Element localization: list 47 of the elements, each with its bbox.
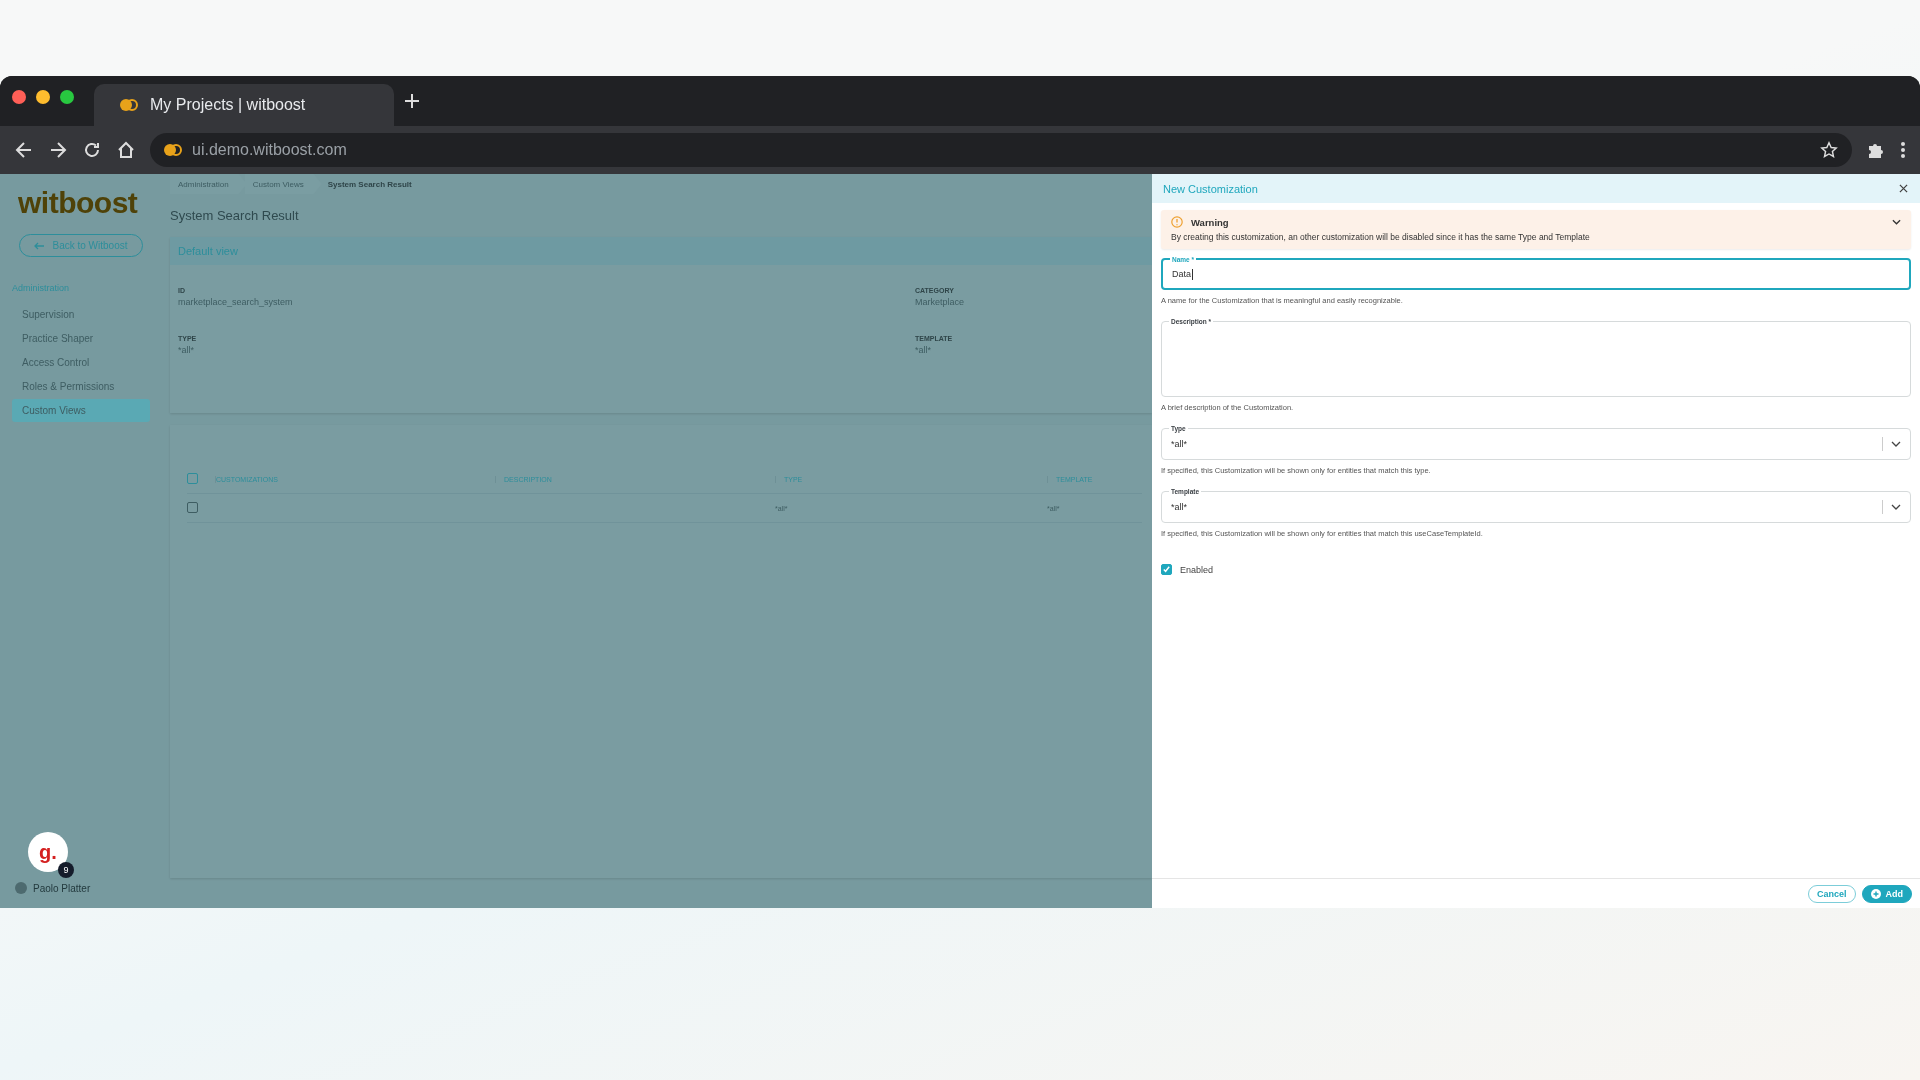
warning-title: Warning bbox=[1191, 216, 1229, 228]
close-icon[interactable] bbox=[1899, 184, 1908, 193]
minimize-window-dot[interactable] bbox=[36, 90, 50, 104]
address-bar[interactable]: ui.demo.witboost.com bbox=[150, 133, 1852, 167]
close-window-dot[interactable] bbox=[12, 90, 26, 104]
name-input-value: Data bbox=[1172, 269, 1191, 279]
arrow-left-icon bbox=[34, 241, 45, 250]
select-all-checkbox[interactable] bbox=[187, 473, 198, 484]
select-value: *all* bbox=[1171, 502, 1187, 512]
row-checkbox[interactable] bbox=[187, 502, 198, 513]
card-title: Default view bbox=[170, 237, 1152, 265]
menu-icon[interactable] bbox=[1900, 140, 1906, 160]
chevron-down-icon[interactable] bbox=[1891, 504, 1901, 510]
checkbox-label: Enabled bbox=[1180, 564, 1214, 575]
app-logo: witboost bbox=[18, 186, 139, 220]
sidebar-item[interactable]: Supervision bbox=[12, 303, 150, 326]
cancel-button[interactable]: Cancel bbox=[1808, 884, 1856, 903]
chevron-down-icon[interactable] bbox=[1892, 219, 1901, 225]
warning-icon bbox=[1171, 216, 1183, 228]
notification-badge: 9 bbox=[58, 862, 74, 878]
field-value: marketplace_search_system bbox=[178, 297, 294, 307]
back-arrow-icon[interactable] bbox=[14, 140, 34, 160]
field-value: Marketplace bbox=[915, 297, 966, 307]
enabled-checkbox[interactable] bbox=[1161, 564, 1172, 575]
add-button[interactable]: Add bbox=[1861, 884, 1912, 903]
sidebar-item[interactable]: Custom Views bbox=[12, 399, 150, 422]
warning-message: By creating this customization, an other customization will be disabled since it has the same Type and Template bbox=[1171, 232, 1591, 242]
site-icon bbox=[164, 144, 182, 156]
breadcrumb-link[interactable]: System Search Result bbox=[319, 174, 430, 194]
select-value: *all* bbox=[1171, 439, 1187, 449]
bookmark-star-icon[interactable] bbox=[1820, 141, 1838, 159]
maximize-window-dot[interactable] bbox=[60, 90, 74, 104]
forward-arrow-icon[interactable] bbox=[48, 140, 68, 160]
sidebar-item[interactable]: Roles & Permissions bbox=[12, 375, 150, 398]
home-icon[interactable] bbox=[116, 140, 136, 160]
logo-icon bbox=[120, 99, 138, 111]
sidebar-item[interactable]: Practice Shaper bbox=[12, 327, 150, 350]
browser-tab[interactable]: My Projects | witboost bbox=[94, 84, 394, 126]
user-name: Paolo Platter bbox=[33, 882, 91, 894]
new-tab-icon[interactable] bbox=[404, 93, 420, 109]
plus-circle-icon bbox=[1870, 888, 1881, 899]
drawer-title: New Customization bbox=[1163, 182, 1258, 195]
chevron-down-icon[interactable] bbox=[1891, 441, 1901, 447]
sidebar-item[interactable]: Access Control bbox=[12, 351, 150, 374]
reload-icon[interactable] bbox=[82, 140, 102, 160]
section-heading: Administration bbox=[12, 283, 71, 293]
page-title: System Search Result bbox=[170, 208, 300, 223]
